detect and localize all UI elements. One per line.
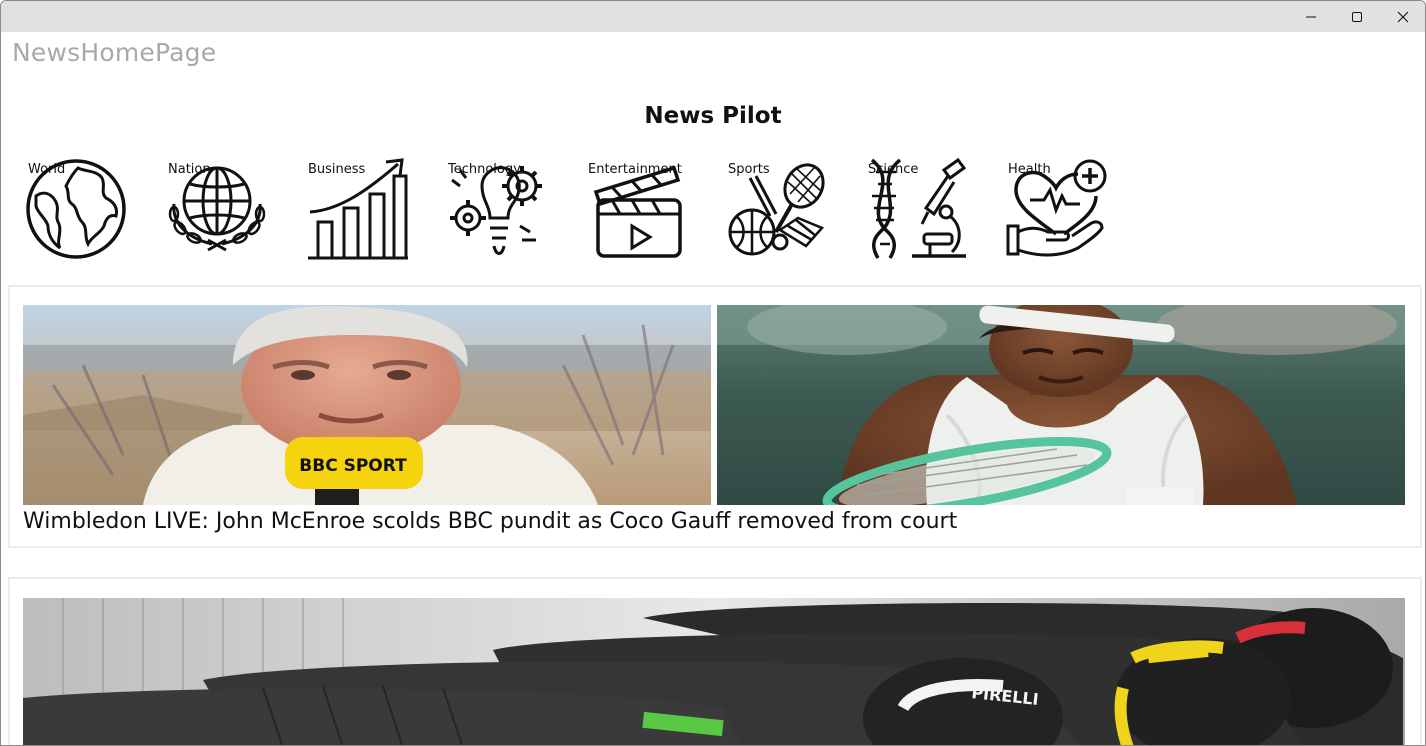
microphone-label: BBC SPORT [299, 456, 407, 476]
brand-heading: News Pilot [644, 103, 782, 129]
category-label: World [28, 162, 66, 177]
article-card[interactable]: BBC SPORT Wimbledon LIVE: John McEnroe s… [8, 285, 1422, 548]
racing-tyres-photo: PIRELLI [23, 598, 1405, 745]
app-window: NewsHomePage News Pilot World Nation Bus… [0, 0, 1426, 746]
category-label: Technology [448, 162, 521, 177]
category-label: Sports [728, 162, 770, 177]
category-health[interactable]: Health [1006, 156, 1110, 261]
article-card[interactable]: PIRELLI [8, 577, 1422, 745]
category-world[interactable]: World [26, 156, 130, 261]
pundit-interview-photo: BBC SPORT [23, 305, 711, 505]
category-label: Entertainment [588, 162, 682, 177]
close-icon [1397, 11, 1409, 22]
category-label: Health [1008, 162, 1051, 177]
category-nation[interactable]: Nation [166, 156, 270, 261]
category-science[interactable]: Science [866, 156, 970, 261]
minimize-icon [1306, 16, 1316, 17]
page-title: NewsHomePage [12, 38, 217, 67]
category-label: Science [868, 162, 919, 177]
category-technology[interactable]: Technology [446, 156, 550, 261]
category-label: Business [308, 162, 366, 177]
title-bar [1, 1, 1425, 32]
maximize-button[interactable] [1334, 1, 1380, 32]
minimize-button[interactable] [1288, 1, 1334, 32]
category-sports[interactable]: Sports [726, 156, 830, 261]
close-button[interactable] [1380, 1, 1425, 32]
category-label: Nation [168, 162, 211, 177]
article-headline[interactable]: Wimbledon LIVE: John McEnroe scolds BBC … [23, 509, 957, 534]
category-entertainment[interactable]: Entertainment [586, 156, 690, 261]
maximize-icon [1352, 11, 1362, 22]
category-business[interactable]: Business [306, 156, 410, 261]
tennis-player-photo [717, 305, 1405, 505]
